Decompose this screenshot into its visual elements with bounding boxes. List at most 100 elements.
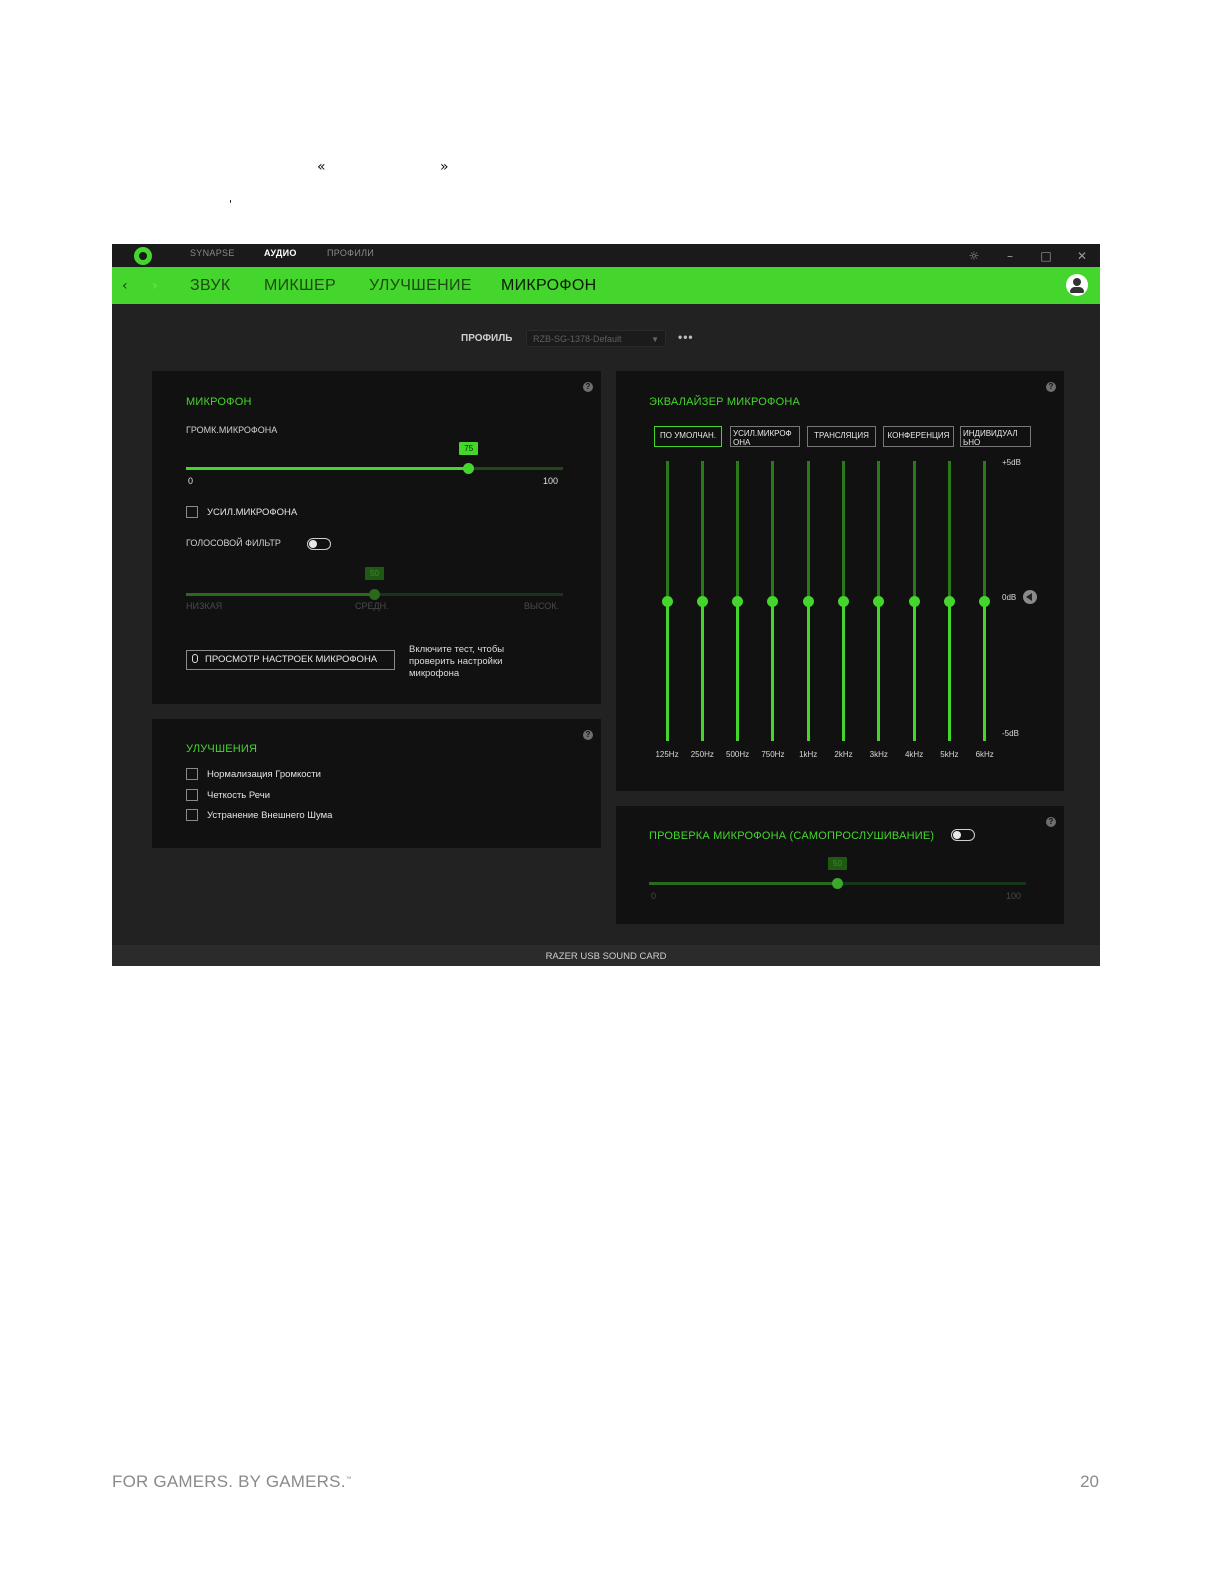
profile-select[interactable]: RZB-SG-1378-Default ▼: [526, 330, 666, 347]
nav-next-glyph: »: [440, 159, 449, 175]
help-icon[interactable]: ?: [583, 730, 593, 740]
mic-volume-value: 75: [464, 444, 474, 453]
eq-band-knob[interactable]: [732, 595, 744, 607]
eq-band-track: [842, 461, 845, 601]
eq-band-track: [771, 461, 775, 601]
device-name: RAZER USB SOUND CARD: [545, 951, 667, 962]
eq-band-frequency: 2kHz: [834, 750, 853, 759]
eq-band-frequency: 4kHz: [904, 750, 924, 759]
voice-filter-label: ГОЛОСОВОЙ ФИЛЬТР: [186, 538, 281, 548]
eq-band-fill: [806, 601, 810, 741]
nav-prev-glyph: «: [317, 159, 326, 175]
voice-filter-toggle[interactable]: [307, 538, 331, 550]
mic-monitoring-toggle[interactable]: [951, 829, 975, 841]
mic-monitoring-badge: 50: [828, 857, 847, 870]
eq-band-frequency: 250Hz: [690, 750, 714, 759]
help-icon[interactable]: ?: [583, 382, 593, 392]
synapse-window: SYNAPSE АУДИО ПРОФИЛИ ☼ – □ ✕ ‹ › ЗВУК М…: [112, 244, 1100, 966]
eq-band-knob[interactable]: [696, 595, 708, 607]
eq-band-knob[interactable]: [661, 595, 673, 607]
eq-band-knob[interactable]: [802, 595, 814, 607]
eq-band-frequency: 750Hz: [761, 750, 785, 759]
eq-band-fill: [736, 601, 740, 741]
mic-volume-fill: [186, 467, 469, 470]
eq-band-fill: [877, 601, 881, 741]
footer-tagline: FOR GAMERS. BY GAMERS.™: [112, 1472, 352, 1492]
checkbox-label: Устранение Внешнего Шума: [207, 810, 333, 821]
mic-volume-knob[interactable]: [463, 463, 475, 474]
back-arrow-icon[interactable]: ‹: [122, 278, 128, 294]
eq-band-knob[interactable]: [838, 595, 849, 607]
forward-arrow-icon[interactable]: ›: [152, 278, 158, 294]
user-avatar-icon[interactable]: [1066, 274, 1088, 296]
eq-band-knob[interactable]: [943, 595, 955, 607]
eq-band-fill: [983, 601, 987, 741]
mic-preview-button-label: ПРОСМОТР НАСТРОЕК МИКРОФОНА: [205, 654, 378, 665]
volume-normalization-checkbox[interactable]: [186, 768, 198, 780]
eq-band-track: [947, 461, 951, 601]
eq-band-track: [912, 461, 916, 601]
razer-logo-icon[interactable]: [134, 247, 152, 265]
sensitivity-high: ВЫСОК.: [524, 601, 560, 611]
hint-line: Включите тест, чтобы: [409, 644, 505, 655]
sensitivity-low: НИЗКАЯ: [186, 601, 223, 611]
maximize-icon[interactable]: □: [1036, 246, 1056, 266]
mic-boost-label: УСИЛ.МИКРОФОНА: [207, 507, 298, 518]
sensitivity-value: 50: [370, 569, 379, 578]
profile-more-icon[interactable]: •••: [678, 330, 694, 344]
equalizer-panel: ? ЭКВАЛАЙЗЕР МИКРОФОНА ПО УМОЛЧАН. УСИЛ.…: [616, 371, 1064, 791]
sensitivity-fill: [186, 593, 375, 596]
eq-band-knob[interactable]: [767, 595, 779, 607]
eq-band-fill: [947, 601, 951, 741]
eq-band-track: [700, 461, 704, 601]
eq-band-frequency: 3kHz: [869, 750, 888, 759]
section-nav-bar: ‹ › ЗВУК МИКШЕР УЛУЧШЕНИЕ МИКРОФОН: [112, 267, 1100, 304]
tab-enhancement[interactable]: УЛУЧШЕНИЕ: [369, 277, 472, 295]
stray-mark: ': [229, 198, 233, 211]
eq-band-knob[interactable]: [908, 595, 920, 607]
eq-band-knob[interactable]: [873, 595, 885, 607]
mic-monitoring-fill: [649, 882, 838, 885]
mic-volume-max: 100: [543, 476, 559, 486]
microphone-panel: ? МИКРОФОН ГРОМК.МИКРОФОНА 75 0 100 УСИЛ…: [152, 371, 601, 704]
gear-icon[interactable]: ☼: [964, 246, 984, 266]
minimize-icon[interactable]: –: [1000, 246, 1020, 266]
mic-monitoring-knob[interactable]: [832, 878, 843, 889]
hint-line: микрофона: [409, 668, 460, 679]
help-icon[interactable]: ?: [1046, 817, 1056, 827]
title-bar: SYNAPSE АУДИО ПРОФИЛИ ☼ – □ ✕: [112, 244, 1100, 267]
trademark-mark: ™: [345, 1476, 352, 1483]
mic-volume-min: 0: [188, 476, 194, 486]
microphone-icon: [192, 654, 198, 663]
tab-sound[interactable]: ЗВУК: [190, 277, 231, 295]
eq-band-track: [736, 461, 740, 601]
mic-volume-label: ГРОМК.МИКРОФОНА: [186, 425, 278, 435]
eq-band-frequency: 5kHz: [940, 750, 959, 759]
tab-profiles[interactable]: ПРОФИЛИ: [327, 248, 374, 258]
tab-synapse[interactable]: SYNAPSE: [190, 248, 235, 258]
panel-title: МИКРОФОН: [186, 396, 252, 408]
tab-audio[interactable]: АУДИО: [264, 248, 297, 258]
eq-band-fill: [842, 601, 845, 741]
eq-band-track: [983, 461, 987, 601]
sensitivity-mid: СРЕДН.: [355, 601, 389, 611]
checkbox-label: Четкость Речи: [207, 790, 271, 801]
eq-band-frequency: 500Hz: [726, 750, 750, 759]
eq-band-knob[interactable]: [979, 595, 991, 607]
tab-mixer[interactable]: МИКШЕР: [264, 277, 336, 295]
mic-boost-checkbox[interactable]: [186, 506, 198, 518]
mic-volume-badge: 75: [459, 442, 479, 455]
mic-preview-button[interactable]: ПРОСМОТР НАСТРОЕК МИКРОФОНА: [186, 650, 395, 670]
sensitivity-knob[interactable]: [369, 589, 380, 600]
eq-band-track: [877, 461, 881, 601]
profile-label: ПРОФИЛЬ: [461, 333, 513, 344]
mic-monitoring-panel: ? ПРОВЕРКА МИКРОФОНА (САМОПРОСЛУШИВАНИЕ)…: [616, 806, 1064, 924]
noise-reduction-checkbox[interactable]: [186, 809, 198, 821]
vocal-clarity-checkbox[interactable]: [186, 789, 198, 801]
close-icon[interactable]: ✕: [1072, 246, 1092, 266]
status-bar: RAZER USB SOUND CARD: [112, 945, 1100, 966]
mic-monitoring-min: 0: [651, 891, 657, 901]
tab-microphone[interactable]: МИКРОФОН: [501, 277, 596, 295]
enhancements-panel: ? УЛУЧШЕНИЯ Нормализация Громкости Четко…: [152, 719, 601, 848]
mic-volume-slider[interactable]: [186, 467, 563, 470]
